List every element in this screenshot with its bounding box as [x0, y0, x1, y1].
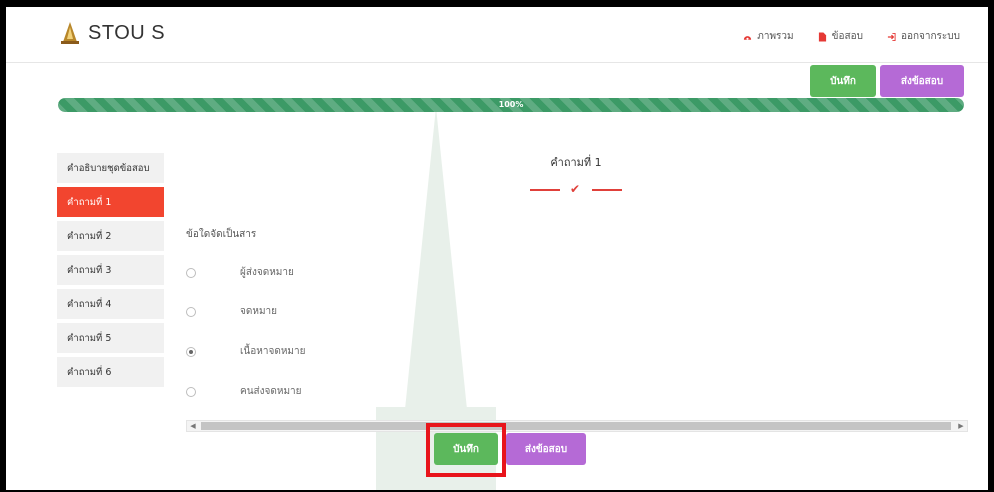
nav-exam-label: ข้อสอบ: [831, 31, 863, 42]
sidebar-item-question-3[interactable]: คำถามที่ 3: [57, 255, 164, 285]
sidebar-item-question-4[interactable]: คำถามที่ 4: [57, 289, 164, 319]
save-button-top[interactable]: บันทึก: [810, 65, 876, 97]
dashboard-icon: [744, 35, 752, 40]
app-frame: STOU S ภาพรวม ข้อสอบ ออกจากระบบ บันทึก ส…: [6, 7, 988, 490]
divider-line: [592, 189, 622, 191]
radio-button[interactable]: [186, 306, 196, 317]
brand[interactable]: STOU S: [60, 21, 165, 45]
file-icon: [818, 32, 826, 41]
check-icon: ✔: [570, 182, 581, 196]
logo-icon: [61, 22, 79, 44]
question-sidebar: คำอธิบายชุดข้อสอบ คำถามที่ 1 คำถามที่ 2 …: [57, 153, 164, 391]
nav-overview-label: ภาพรวม: [757, 31, 794, 42]
choice-label: เนื้อหาจดหมาย: [240, 346, 306, 357]
choice-label: จดหมาย: [240, 306, 278, 317]
sidebar-item-label: คำถามที่ 3: [67, 264, 112, 276]
sidebar-item-label: คำถามที่ 1: [67, 196, 112, 208]
choice-3[interactable]: เนื้อหาจดหมาย: [186, 344, 305, 359]
choice-label: คนส่งจดหมาย: [240, 386, 302, 397]
sidebar-item-label: คำถามที่ 6: [67, 366, 112, 378]
nav-logout-label: ออกจากระบบ: [900, 31, 960, 42]
radio-button[interactable]: [186, 267, 196, 278]
sidebar-item-label: คำถามที่ 4: [67, 298, 112, 310]
scroll-left-icon[interactable]: ◀: [187, 421, 199, 431]
nav-overview[interactable]: ภาพรวม: [743, 29, 794, 44]
choice-label: ผู้ส่งจดหมาย: [240, 267, 294, 278]
question-title: คำถามที่ 1: [550, 156, 602, 169]
sidebar-item-label: คำถามที่ 5: [67, 332, 112, 344]
brand-text: STOU S: [88, 21, 166, 44]
sidebar-item-question-5[interactable]: คำถามที่ 5: [57, 323, 164, 353]
logout-icon: [887, 32, 896, 41]
progress-label: 100%: [498, 100, 524, 109]
question-text: ข้อใดจัดเป็นสาร: [186, 229, 257, 240]
choice-2[interactable]: จดหมาย: [186, 304, 277, 319]
sidebar-item-label: คำถามที่ 2: [67, 230, 112, 242]
scrollbar-thumb[interactable]: [201, 422, 951, 430]
header: STOU S ภาพรวม ข้อสอบ ออกจากระบบ: [6, 7, 988, 63]
choice-4[interactable]: คนส่งจดหมาย: [186, 384, 302, 399]
scroll-right-icon[interactable]: ▶: [955, 421, 967, 431]
radio-button[interactable]: [186, 386, 196, 397]
nav-logout[interactable]: ออกจากระบบ: [887, 29, 960, 44]
nav-exam[interactable]: ข้อสอบ: [818, 29, 863, 44]
radio-button-selected[interactable]: [186, 346, 196, 357]
send-exam-button[interactable]: ส่งข้อสอบ: [506, 433, 586, 465]
horizontal-scrollbar[interactable]: ◀ ▶: [186, 420, 968, 432]
sidebar-item-question-1[interactable]: คำถามที่ 1: [57, 187, 164, 217]
highlight-box: [426, 423, 506, 477]
sidebar-item-question-2[interactable]: คำถามที่ 2: [57, 221, 164, 251]
progress-bar: 100%: [58, 98, 964, 112]
top-nav: ภาพรวม ข้อสอบ ออกจากระบบ: [743, 29, 960, 44]
send-exam-button-top[interactable]: ส่งข้อสอบ: [880, 65, 964, 97]
choice-1[interactable]: ผู้ส่งจดหมาย: [186, 265, 294, 280]
divider-line: [530, 189, 560, 191]
sidebar-item-label: คำอธิบายชุดข้อสอบ: [67, 162, 150, 174]
sidebar-item-description[interactable]: คำอธิบายชุดข้อสอบ: [57, 153, 164, 183]
question-divider: ✔: [526, 182, 626, 197]
sidebar-item-question-6[interactable]: คำถามที่ 6: [57, 357, 164, 387]
